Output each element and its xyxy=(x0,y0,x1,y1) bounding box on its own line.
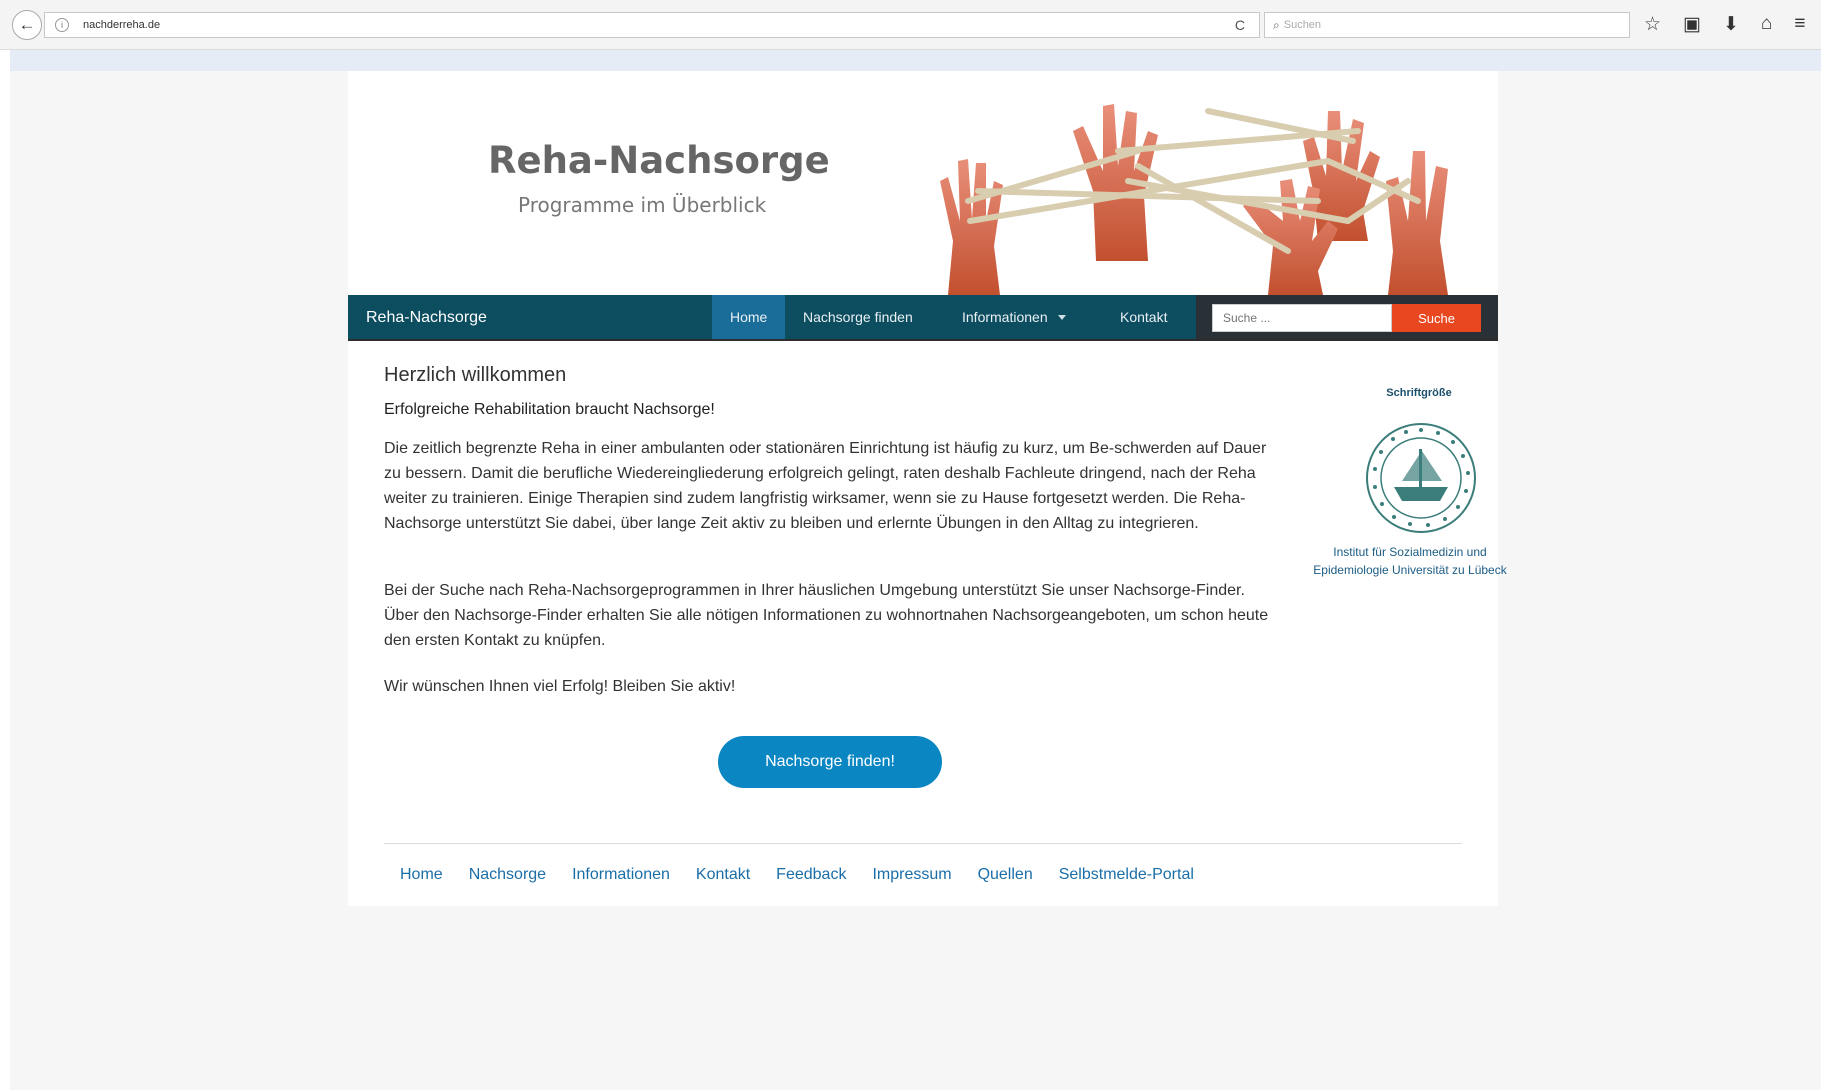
address-bar[interactable]: i nachderreha.de C xyxy=(44,12,1260,38)
nav-home[interactable]: Home xyxy=(712,295,786,339)
search-icon: ⌕ xyxy=(1273,17,1280,32)
institute-name[interactable]: Institut für Sozialmedizin und Epidemiol… xyxy=(1310,543,1510,579)
footer-link-feedback[interactable]: Feedback xyxy=(776,866,846,884)
reload-icon[interactable]: C xyxy=(1235,17,1245,33)
welcome-heading: Herzlich willkommen xyxy=(384,364,567,386)
hero-hands-image xyxy=(908,71,1498,295)
nav-informationen-label: Informationen xyxy=(962,309,1048,325)
browser-search-input[interactable]: ⌕ Suchen xyxy=(1264,12,1630,38)
site-container: Reha-Nachsorge Programme im Überblick Re… xyxy=(348,71,1507,906)
footer-link-kontakt[interactable]: Kontakt xyxy=(696,866,750,884)
footer-link-informationen[interactable]: Informationen xyxy=(572,866,670,884)
footer-link-quellen[interactable]: Quellen xyxy=(978,866,1033,884)
home-icon[interactable]: ⌂ xyxy=(1761,13,1772,36)
nav-nachsorge-finden[interactable]: Nachsorge finden xyxy=(803,295,913,339)
browser-search-placeholder: Suchen xyxy=(1283,19,1322,31)
university-seal-logo xyxy=(1366,423,1476,533)
footer-link-home[interactable]: Home xyxy=(400,866,443,884)
footer-link-nachsorge[interactable]: Nachsorge xyxy=(469,866,546,884)
font-size-label[interactable]: Schriftgröße xyxy=(1354,387,1484,399)
lead-text: Erfolgreiche Rehabilitation braucht Nach… xyxy=(384,401,715,418)
navbar-brand[interactable]: Reha-Nachsorge xyxy=(366,309,487,327)
footer-divider xyxy=(384,843,1462,844)
site-subtitle: Programme im Überblick xyxy=(518,193,767,217)
finder-paragraph: Bei der Suche nach Reha-Nachsorgeprogram… xyxy=(384,582,1269,649)
info-icon[interactable]: i xyxy=(55,18,69,32)
footer-nav: Home Nachsorge Informationen Kontakt Fee… xyxy=(400,866,1194,884)
nav-informationen[interactable]: Informationen xyxy=(962,295,1066,339)
main-navbar: Reha-Nachsorge Home Nachsorge finden Inf… xyxy=(348,295,1498,341)
intro-paragraph: Die zeitlich begrenzte Reha in einer amb… xyxy=(384,440,1267,532)
site-search-button[interactable]: Suche xyxy=(1392,304,1481,332)
bookmark-star-icon[interactable]: ☆ xyxy=(1644,13,1661,36)
caret-down-icon xyxy=(1057,314,1066,320)
toolbar-icons: ☆ ▣ ⬇ ⌂ ≡ xyxy=(1644,13,1806,36)
library-icon[interactable]: ▣ xyxy=(1683,13,1701,36)
back-button[interactable]: ← xyxy=(12,10,42,40)
bookmarks-strip xyxy=(10,50,1821,71)
footer-link-impressum[interactable]: Impressum xyxy=(872,866,951,884)
hero-header: Reha-Nachsorge Programme im Überblick xyxy=(348,71,1498,295)
browser-toolbar: ← i nachderreha.de C ⌕ Suchen ☆ ▣ ⬇ ⌂ ≡ xyxy=(0,0,1821,50)
url-text: nachderreha.de xyxy=(83,19,161,31)
closing-paragraph: Wir wünschen Ihnen viel Erfolg! Bleiben … xyxy=(384,678,736,695)
nachsorge-finden-button[interactable]: Nachsorge finden! xyxy=(718,736,942,788)
menu-icon[interactable]: ≡ xyxy=(1794,13,1805,36)
download-icon[interactable]: ⬇ xyxy=(1723,13,1739,36)
site-search-input[interactable] xyxy=(1212,304,1392,332)
site-title: Reha-Nachsorge xyxy=(488,139,830,182)
nav-kontakt[interactable]: Kontakt xyxy=(1120,295,1167,339)
footer-link-selbstmelde-portal[interactable]: Selbstmelde-Portal xyxy=(1059,866,1194,884)
back-arrow-icon: ← xyxy=(18,15,36,34)
